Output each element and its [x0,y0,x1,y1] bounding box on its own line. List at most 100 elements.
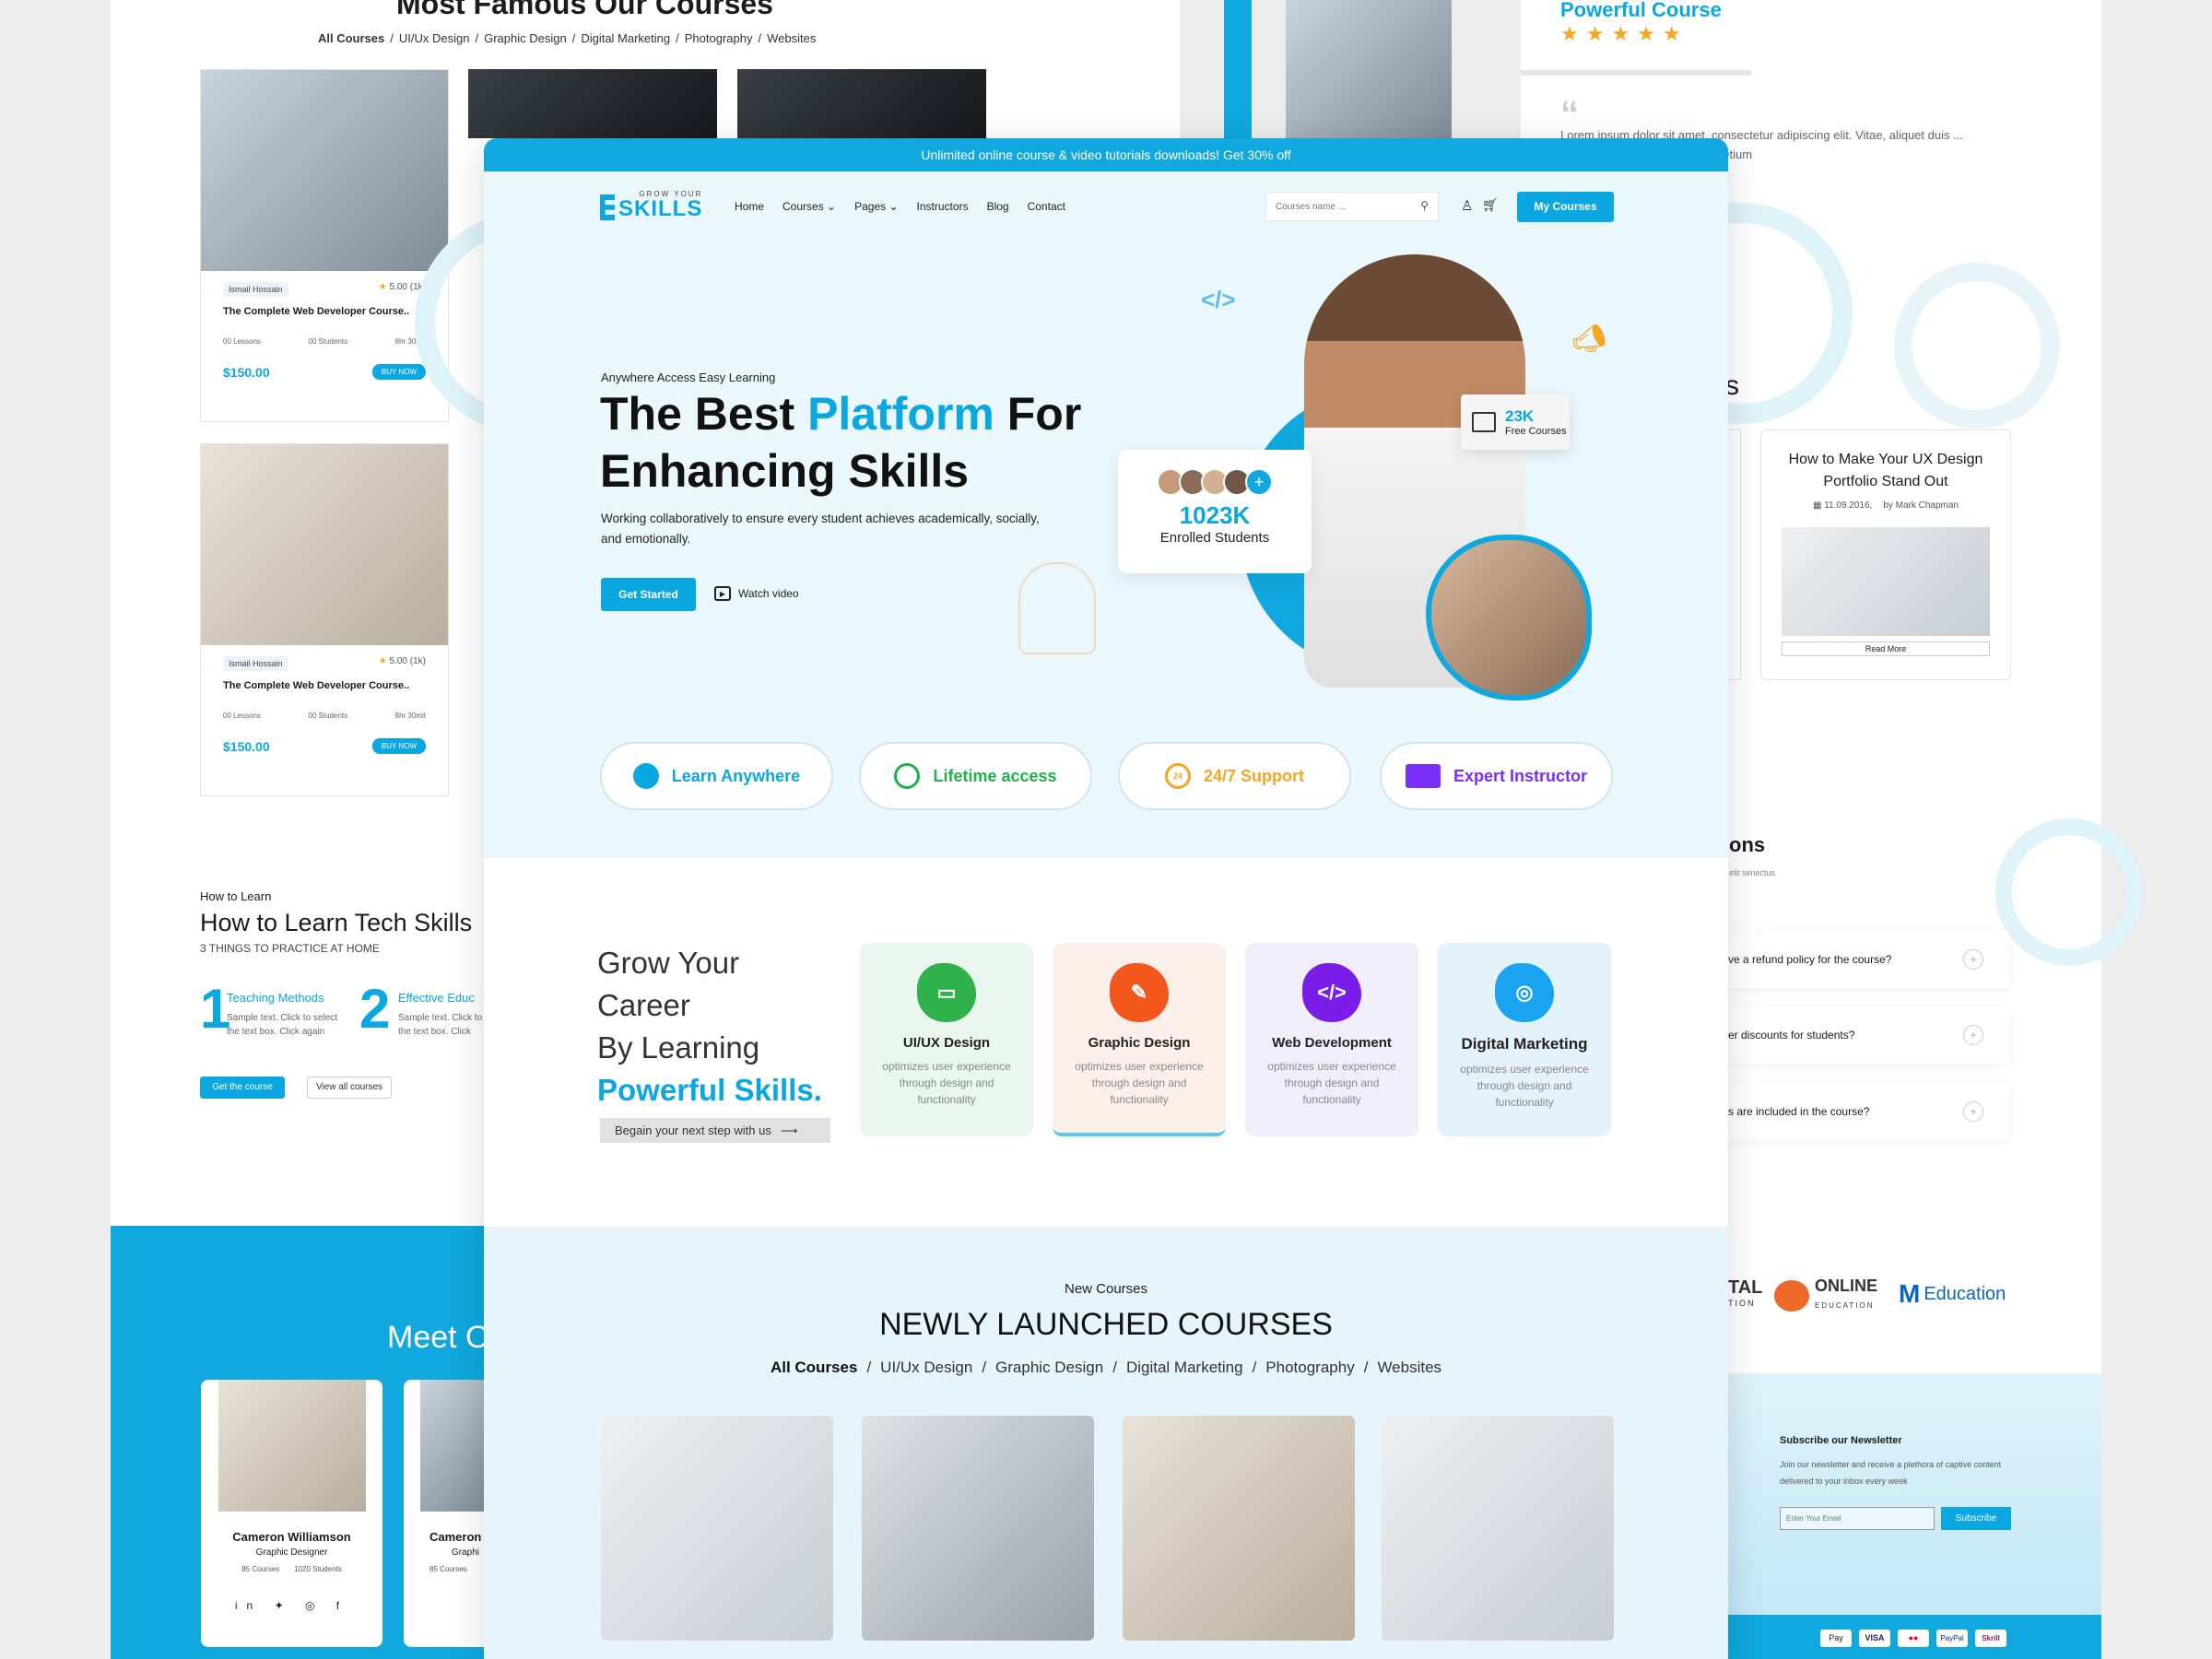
skill-description: optimizes user experience through design… [1460,1063,1589,1109]
paypal-icon: PayPal [1936,1630,1968,1647]
career-heading: Grow Your Career By Learning Powerful Sk… [597,946,822,1107]
bg-filter[interactable]: Websites [767,31,816,45]
faq-item[interactable]: er discounts for students? + [1728,1006,2009,1064]
instructor-card[interactable]: Cameron Graphi 85 Courses [404,1380,487,1647]
bg-filter[interactable]: Graphic Design [484,31,567,45]
search-box[interactable]: ⚲ [1265,192,1439,221]
bg-filter[interactable]: Photography [685,31,753,45]
instructor-role: Graphic Designer [255,1547,328,1558]
faq-item[interactable]: ve a refund policy for the course? + [1728,931,2009,988]
apple-pay-icon: Pay [1820,1630,1852,1647]
rating: ★ 5.00 (1k) [378,656,426,666]
main-nav: Home Courses ⌄ Pages ⌄ Instructors Blog … [735,200,1065,213]
skill-card-uiux[interactable]: ▭ UI/UX Design optimizes user experience… [860,943,1033,1136]
plus-icon: + [1245,468,1273,496]
hero-title: The Best Platform For Enhancing Skills [600,388,1082,497]
bg-section-title: Most Famous Our Courses [396,0,773,20]
plus-icon[interactable]: + [1963,1101,1983,1122]
get-started-button[interactable]: Get Started [601,578,696,611]
view-all-courses-button[interactable]: View all courses [307,1077,392,1099]
faq-subtitle: elit senectus [1729,868,1776,877]
search-icon[interactable]: ⚲ [1420,199,1429,212]
main-page-window: Unlimited online course & video tutorial… [484,138,1728,1659]
star-icon: ★ [378,656,387,666]
newsletter-email-input[interactable] [1780,1507,1935,1530]
instructor-name: Cameron Williamson [232,1530,351,1544]
get-course-button[interactable]: Get the course [200,1077,285,1099]
buy-now-button[interactable]: BUY NOW [371,738,426,754]
new-courses-eyebrow: New Courses [1064,1281,1148,1297]
blog-author: by Mark Chapman [1883,500,1959,511]
nav-courses[interactable]: Courses ⌄ [782,200,836,213]
skill-card-web-development[interactable]: </> Web Development optimizes user exper… [1245,943,1418,1136]
social-icons: in ✦ ◎ f [234,1599,349,1612]
blog-card[interactable]: How to Make Your UX Design Portfolio Sta… [1760,429,2011,680]
step-text: Sample text. Click to select the text bo… [227,1013,338,1037]
hero-description: Working collaboratively to ensure every … [601,512,1040,546]
step-number: 2 [359,978,391,1040]
new-course-image[interactable] [1382,1416,1614,1641]
marketing-device-icon: ◎ [1495,963,1554,1022]
watch-video-button[interactable]: ▶ Watch video [714,586,799,601]
next-step-link[interactable]: Begain your next step with us ⟶ [600,1118,830,1143]
blog-date: ▦ 11.09.2016, [1812,500,1873,511]
nav-blog[interactable]: Blog [987,200,1009,213]
buy-now-button[interactable]: BUY NOW [371,364,426,380]
bg-filter[interactable]: Digital Marketing [581,31,670,45]
book-icon: M [1899,1279,1921,1308]
course-title: The Complete Web Developer Course.. [223,306,410,317]
free-courses-count: 23K [1505,407,1535,425]
enrolled-label: Enrolled Students [1159,530,1270,546]
logo[interactable]: GROW YOUR SKILLS [600,191,702,220]
instructor-card[interactable]: Cameron Williamson Graphic Designer 85 C… [201,1380,382,1647]
filter-graphic-design[interactable]: Graphic Design [995,1359,1103,1377]
logo-icon [600,194,615,220]
instructor-courses: 85 Courses [429,1565,467,1573]
promo-bar[interactable]: Unlimited online course & video tutorial… [484,138,1728,171]
skill-card-graphic-design[interactable]: ✎ Graphic Design optimizes user experien… [1053,943,1226,1136]
feature-lifetime-access: Lifetime access [859,742,1092,810]
blog-image [1782,527,1990,636]
bg-course-card[interactable]: Ismail Hossain ★ 5.00 (1k) The Complete … [200,69,449,422]
decorative-ring [1995,818,2143,966]
search-input[interactable] [1266,193,1405,220]
instructor-board-icon [1405,764,1441,788]
skill-card-digital-marketing[interactable]: ◎ Digital Marketing optimizes user exper… [1438,943,1611,1136]
hero-eyebrow: Anywhere Access Easy Learning [601,371,776,384]
instructor-photo [218,1380,366,1512]
certificate-icon [1472,412,1496,432]
filter-websites[interactable]: Websites [1377,1359,1441,1377]
filter-all-courses[interactable]: All Courses [771,1359,857,1377]
filter-uiux[interactable]: UI/Ux Design [880,1359,972,1377]
filter-digital-marketing[interactable]: Digital Marketing [1126,1359,1243,1377]
bg-course-card[interactable]: Ismail Hossain ★ 5.00 (1k) The Complete … [200,443,449,796]
user-icon[interactable]: ♙ [1461,197,1473,214]
filter-photography[interactable]: Photography [1265,1359,1354,1377]
megaphone-icon: 📣︎ [1571,324,1607,354]
nav-instructors[interactable]: Instructors [917,200,969,213]
read-more-button[interactable]: Read More [1782,641,1990,656]
nav-pages[interactable]: Pages ⌄ [854,200,898,213]
learn-eyebrow: How to Learn [200,889,272,903]
plus-icon[interactable]: + [1963,949,1983,970]
nav-home[interactable]: Home [735,200,764,213]
new-course-image[interactable] [601,1416,833,1641]
bg-filter[interactable]: UI/Ux Design [399,31,470,45]
new-courses-filters: All Courses / UI/Ux Design / Graphic Desig… [770,1359,1442,1377]
cart-icon[interactable]: 🛒︎ [1482,197,1499,213]
arrow-right-icon: ⟶ [780,1124,798,1137]
plus-icon[interactable]: + [1963,1025,1983,1045]
faq-item[interactable]: s are included in the course? + [1728,1083,2009,1140]
powerful-course-title: Powerful Course [1560,0,1722,21]
free-courses-label: Free Courses [1505,426,1567,437]
new-course-image[interactable] [1123,1416,1355,1641]
subscribe-button[interactable]: Subscribe [1941,1507,2011,1530]
instructor-tag: Ismail Hossain [223,282,288,297]
new-course-image[interactable] [862,1416,1094,1641]
bg-filter[interactable]: All Courses [318,31,384,45]
play-icon: ▶ [714,586,731,601]
payment-methods: Pay VISA ●● PayPal Skrill [1820,1630,2006,1647]
nav-contact[interactable]: Contact [1028,200,1065,213]
my-courses-button[interactable]: My Courses [1517,192,1614,222]
course-price: $150.00 [223,738,270,754]
